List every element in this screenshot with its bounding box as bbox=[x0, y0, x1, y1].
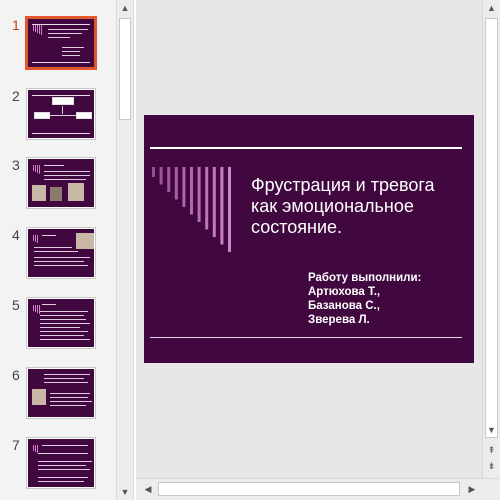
thumbnail-slide-4[interactable] bbox=[26, 227, 96, 279]
fan-bar bbox=[220, 167, 224, 245]
thumbnail-number: 7 bbox=[12, 437, 20, 453]
fan-bar bbox=[174, 167, 178, 200]
fan-bar bbox=[205, 167, 209, 230]
thumbnail-row-6[interactable]: 6 bbox=[0, 367, 116, 423]
thumbnail-preview bbox=[28, 229, 94, 277]
author-name: Зверева Л. bbox=[308, 314, 370, 326]
scroll-up-arrow-icon[interactable]: ▲ bbox=[483, 0, 500, 16]
thumbnail-preview bbox=[28, 19, 94, 67]
main-horizontal-scrollbar[interactable]: ◀ ▶ bbox=[136, 478, 500, 500]
slide-bottom-rule bbox=[150, 337, 462, 338]
thumbnail-slide-2[interactable] bbox=[26, 88, 96, 140]
thumbnail-number: 5 bbox=[12, 297, 20, 313]
fan-bar bbox=[182, 167, 186, 207]
thumbnail-row-3[interactable]: 3 bbox=[0, 157, 116, 213]
fan-bar bbox=[167, 167, 171, 192]
thumbnail-row-1[interactable]: 1 bbox=[0, 16, 116, 73]
thumbnail-row-7[interactable]: 7 bbox=[0, 437, 116, 493]
thumbnail-slide-7[interactable] bbox=[26, 437, 96, 489]
vertical-scroll-thumb[interactable] bbox=[485, 18, 498, 438]
thumbnail-slide-5[interactable] bbox=[26, 297, 96, 349]
thumbnail-number: 2 bbox=[12, 88, 20, 104]
current-slide[interactable]: Фрустрация и тревога как эмоциональное с… bbox=[144, 115, 474, 363]
thumbnail-preview bbox=[28, 369, 94, 417]
thumbnail-preview bbox=[28, 159, 94, 207]
scroll-down-arrow-icon[interactable]: ▼ bbox=[117, 484, 133, 500]
thumbnail-row-5[interactable]: 5 bbox=[0, 297, 116, 353]
fan-bar bbox=[212, 167, 216, 237]
thumbnail-slide-3[interactable] bbox=[26, 157, 96, 209]
main-vertical-scrollbar[interactable]: ▲ ▼ ⇞ ⇟ bbox=[482, 0, 500, 478]
previous-slide-icon[interactable]: ⇞ bbox=[483, 442, 500, 458]
scroll-left-arrow-icon[interactable]: ◀ bbox=[140, 481, 156, 497]
thumbnail-slide-1[interactable] bbox=[25, 16, 97, 70]
scroll-up-arrow-icon[interactable]: ▲ bbox=[117, 0, 133, 16]
thumbnail-number: 4 bbox=[12, 227, 20, 243]
thumbnail-row-4[interactable]: 4 bbox=[0, 227, 116, 283]
title-line: состояние. bbox=[251, 217, 343, 237]
slide-authors-textbox[interactable]: Работу выполнили: Артюхова Т., Базанова … bbox=[308, 271, 458, 327]
thumbnail-preview bbox=[28, 90, 94, 138]
fan-bar bbox=[159, 167, 163, 185]
thumbnail-number: 3 bbox=[12, 157, 20, 173]
fan-bar bbox=[152, 167, 155, 177]
thumbnail-number: 1 bbox=[12, 17, 20, 33]
thumbnail-preview bbox=[28, 439, 94, 487]
title-line: Фрустрация и тревога bbox=[251, 175, 435, 195]
scroll-right-arrow-icon[interactable]: ▶ bbox=[464, 481, 480, 497]
thumbnail-preview bbox=[28, 299, 94, 347]
title-line: как эмоциональное bbox=[251, 196, 414, 216]
thumbnail-row-2[interactable]: 2 bbox=[0, 88, 116, 144]
horizontal-scroll-thumb[interactable] bbox=[158, 482, 460, 496]
fan-bar bbox=[190, 167, 193, 215]
slide-title[interactable]: Фрустрация и тревога как эмоциональное с… bbox=[251, 175, 466, 238]
next-slide-icon[interactable]: ⇟ bbox=[483, 458, 500, 474]
thumbnail-pane-scrollbar[interactable]: ▲ ▼ bbox=[116, 0, 134, 500]
fan-bar bbox=[197, 167, 201, 222]
scroll-down-arrow-icon[interactable]: ▼ bbox=[483, 422, 500, 438]
thumbnail-slide-6[interactable] bbox=[26, 367, 96, 419]
authors-heading: Работу выполнили: bbox=[308, 272, 422, 284]
slide-editing-area: Фрустрация и тревога как эмоциональное с… bbox=[136, 0, 482, 478]
fan-bar bbox=[228, 167, 231, 252]
author-name: Базанова С., bbox=[308, 300, 380, 312]
slide-thumbnail-pane: 1 2 3 4 5 6 7 bbox=[0, 0, 116, 500]
thumbnail-scroll-thumb[interactable] bbox=[119, 18, 131, 120]
thumbnail-number: 6 bbox=[12, 367, 20, 383]
author-name: Артюхова Т., bbox=[308, 286, 381, 298]
